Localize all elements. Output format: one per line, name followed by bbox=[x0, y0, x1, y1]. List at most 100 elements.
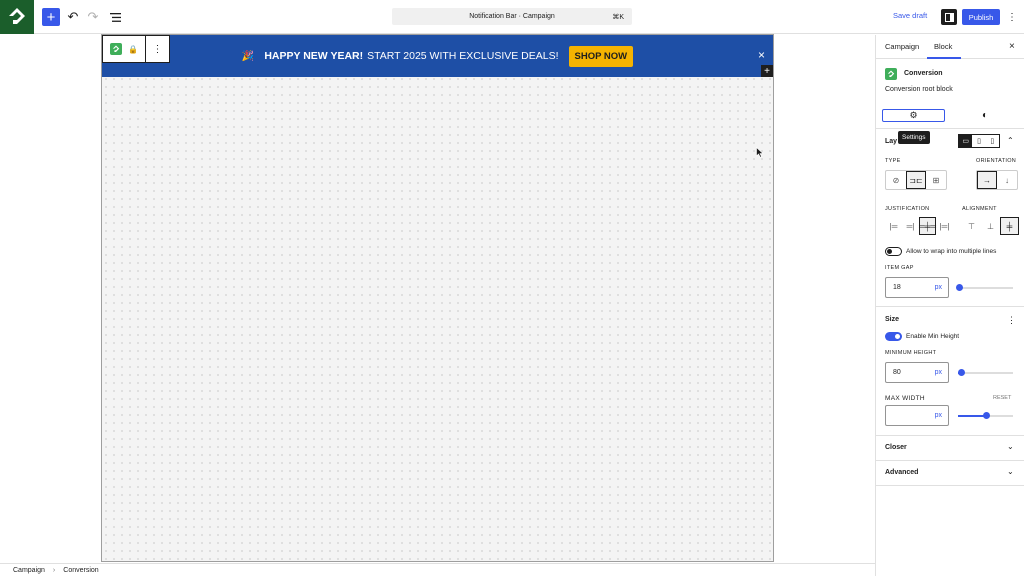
arrow-down-icon[interactable]: ↓ bbox=[997, 171, 1017, 189]
slider-thumb[interactable] bbox=[956, 284, 964, 291]
flex-layout-icon[interactable]: ⊐⊏ bbox=[906, 171, 926, 189]
breadcrumb-item-conversion[interactable]: Conversion bbox=[63, 567, 98, 574]
block-type-switcher[interactable]: 🔒 bbox=[103, 36, 146, 62]
shortcut-hint: ⌘K bbox=[612, 13, 624, 21]
gear-icon: ⚙ bbox=[909, 110, 918, 120]
align-center-icon[interactable]: ╪ bbox=[1000, 217, 1019, 235]
tab-campaign[interactable]: Campaign bbox=[885, 42, 919, 51]
closer-panel-toggle[interactable]: Closer ⌄ bbox=[876, 436, 1024, 460]
justification-group: |═ ═| ═╪═ |═| bbox=[885, 217, 953, 237]
notification-bar[interactable]: 🎉 HAPPY NEW YEAR! START 2025 WITH EXCLUS… bbox=[102, 35, 773, 77]
tab-block[interactable]: Block bbox=[934, 42, 952, 51]
closer-section-title: Closer bbox=[885, 444, 907, 451]
min-height-value: 80 bbox=[893, 369, 901, 376]
sidebar-tabs: Campaign Block × bbox=[876, 35, 1024, 59]
site-logo-icon[interactable] bbox=[0, 0, 34, 34]
justification-label: JUSTIFICATION bbox=[885, 206, 930, 212]
desktop-icon[interactable]: ▭ bbox=[959, 135, 973, 147]
grid-layout-icon[interactable]: ⊞ bbox=[926, 171, 946, 189]
max-width-reset-button[interactable]: RESET bbox=[993, 395, 1011, 401]
editor-header: + ↶ ↷ Notification Bar · Campaign ⌘K Sav… bbox=[0, 0, 1024, 34]
section-divider bbox=[876, 485, 1024, 486]
block-description: Conversion root block bbox=[885, 86, 953, 93]
banner-headline-bold: HAPPY NEW YEAR! bbox=[264, 50, 364, 62]
slider-thumb[interactable] bbox=[958, 369, 966, 376]
item-gap-label: ITEM GAP bbox=[885, 265, 914, 271]
justify-space-between-icon[interactable]: |═| bbox=[936, 217, 953, 235]
undo-icon[interactable]: ↶ bbox=[64, 8, 82, 26]
justify-center-icon[interactable]: ═╪═ bbox=[919, 217, 936, 235]
settings-panel-toggle[interactable] bbox=[941, 9, 957, 25]
command-palette-button[interactable]: Notification Bar · Campaign ⌘K bbox=[392, 8, 632, 25]
block-title: Conversion bbox=[904, 70, 943, 77]
block-toolbar: 🔒 ⋮ bbox=[102, 35, 170, 63]
shop-now-button[interactable]: SHOP NOW bbox=[568, 45, 634, 67]
orientation-label: ORIENTATION bbox=[976, 158, 1017, 164]
lock-icon[interactable]: 🔒 bbox=[128, 45, 138, 54]
append-block-button[interactable]: + bbox=[761, 65, 773, 77]
breadcrumb-item-campaign[interactable]: Campaign bbox=[13, 567, 45, 574]
tablet-icon[interactable]: ▯ bbox=[972, 135, 985, 147]
redo-icon[interactable]: ↷ bbox=[84, 8, 102, 26]
max-width-unit[interactable]: px bbox=[935, 412, 942, 419]
item-gap-unit[interactable]: px bbox=[935, 284, 942, 291]
orientation-group: → ↓ bbox=[976, 170, 1018, 190]
min-height-toggle[interactable] bbox=[885, 332, 902, 341]
max-width-input[interactable]: px bbox=[885, 405, 949, 426]
size-section-title: Size bbox=[885, 316, 900, 323]
min-height-toggle-label: Enable Min Height bbox=[906, 333, 960, 340]
editor-canvas[interactable]: 🎉 HAPPY NEW YEAR! START 2025 WITH EXCLUS… bbox=[101, 34, 774, 562]
mobile-icon[interactable]: ▯ bbox=[986, 135, 999, 147]
active-tab-indicator bbox=[927, 57, 961, 59]
banner-close-icon[interactable]: × bbox=[758, 48, 765, 62]
conversion-block-icon bbox=[110, 43, 123, 55]
min-height-input[interactable]: 80 px bbox=[885, 362, 949, 383]
wrap-toggle-label: Allow to wrap into multiple lines bbox=[906, 248, 997, 255]
min-height-slider[interactable] bbox=[958, 369, 1013, 376]
item-gap-slider[interactable] bbox=[956, 284, 1013, 291]
slider-thumb[interactable] bbox=[982, 412, 990, 419]
block-options-icon[interactable]: ⋮ bbox=[146, 36, 169, 62]
max-width-label: MAX WIDTH bbox=[885, 395, 925, 402]
document-title: Notification Bar · Campaign bbox=[469, 13, 555, 20]
item-gap-value: 18 bbox=[893, 284, 901, 291]
device-preview-switcher: ▭ ▯ ▯ bbox=[958, 134, 1000, 148]
options-menu-icon[interactable]: ⋮ bbox=[1007, 9, 1017, 25]
wrap-toggle[interactable] bbox=[885, 247, 902, 256]
alignment-group: ⊤ ⊥ ╪ bbox=[962, 217, 1019, 237]
save-draft-button[interactable]: Save draft bbox=[893, 11, 927, 20]
min-height-unit[interactable]: px bbox=[935, 369, 942, 376]
section-divider bbox=[876, 306, 1024, 307]
justify-left-icon[interactable]: |═ bbox=[885, 217, 902, 235]
add-block-button[interactable]: + bbox=[42, 8, 60, 26]
publish-button[interactable]: Publish bbox=[962, 9, 1000, 25]
sidebar-icon bbox=[944, 12, 954, 22]
chevron-up-icon[interactable]: ⌃ bbox=[1007, 136, 1014, 145]
advanced-panel-toggle[interactable]: Advanced ⌄ bbox=[876, 461, 1024, 485]
layout-type-group: ⊘ ⊐⊏ ⊞ bbox=[885, 170, 947, 190]
settings-tab[interactable]: ⚙ bbox=[882, 109, 945, 122]
styles-tab-contrast-icon[interactable]: ◐ bbox=[982, 110, 988, 121]
settings-tooltip: Settings bbox=[898, 131, 930, 144]
close-sidebar-icon[interactable]: × bbox=[1009, 41, 1015, 52]
settings-sidebar: Campaign Block × Conversion Conversion r… bbox=[875, 35, 1024, 576]
min-height-label: MINIMUM HEIGHT bbox=[885, 350, 937, 356]
justify-right-icon[interactable]: ═| bbox=[902, 217, 919, 235]
no-layout-icon[interactable]: ⊘ bbox=[886, 171, 906, 189]
max-width-slider[interactable] bbox=[958, 412, 1013, 419]
arrow-right-icon[interactable]: → bbox=[977, 171, 997, 189]
advanced-section-title: Advanced bbox=[885, 469, 919, 476]
party-popper-icon: 🎉 bbox=[241, 50, 255, 62]
banner-headline: START 2025 WITH EXCLUSIVE DEALS! bbox=[367, 50, 559, 62]
align-top-icon[interactable]: ⊤ bbox=[962, 217, 981, 235]
item-gap-input[interactable]: 18 px bbox=[885, 277, 949, 298]
chevron-down-icon: ⌄ bbox=[1007, 467, 1014, 476]
alignment-label: ALIGNMENT bbox=[962, 206, 997, 212]
breadcrumb: Campaign › Conversion bbox=[0, 563, 875, 576]
align-bottom-icon[interactable]: ⊥ bbox=[981, 217, 1000, 235]
document-overview-icon[interactable] bbox=[106, 8, 124, 26]
breadcrumb-separator: › bbox=[52, 566, 56, 574]
size-options-icon[interactable]: ⋮ bbox=[1007, 315, 1016, 326]
mouse-cursor-icon bbox=[756, 147, 764, 158]
layout-section-title[interactable]: Lay bbox=[885, 138, 897, 145]
